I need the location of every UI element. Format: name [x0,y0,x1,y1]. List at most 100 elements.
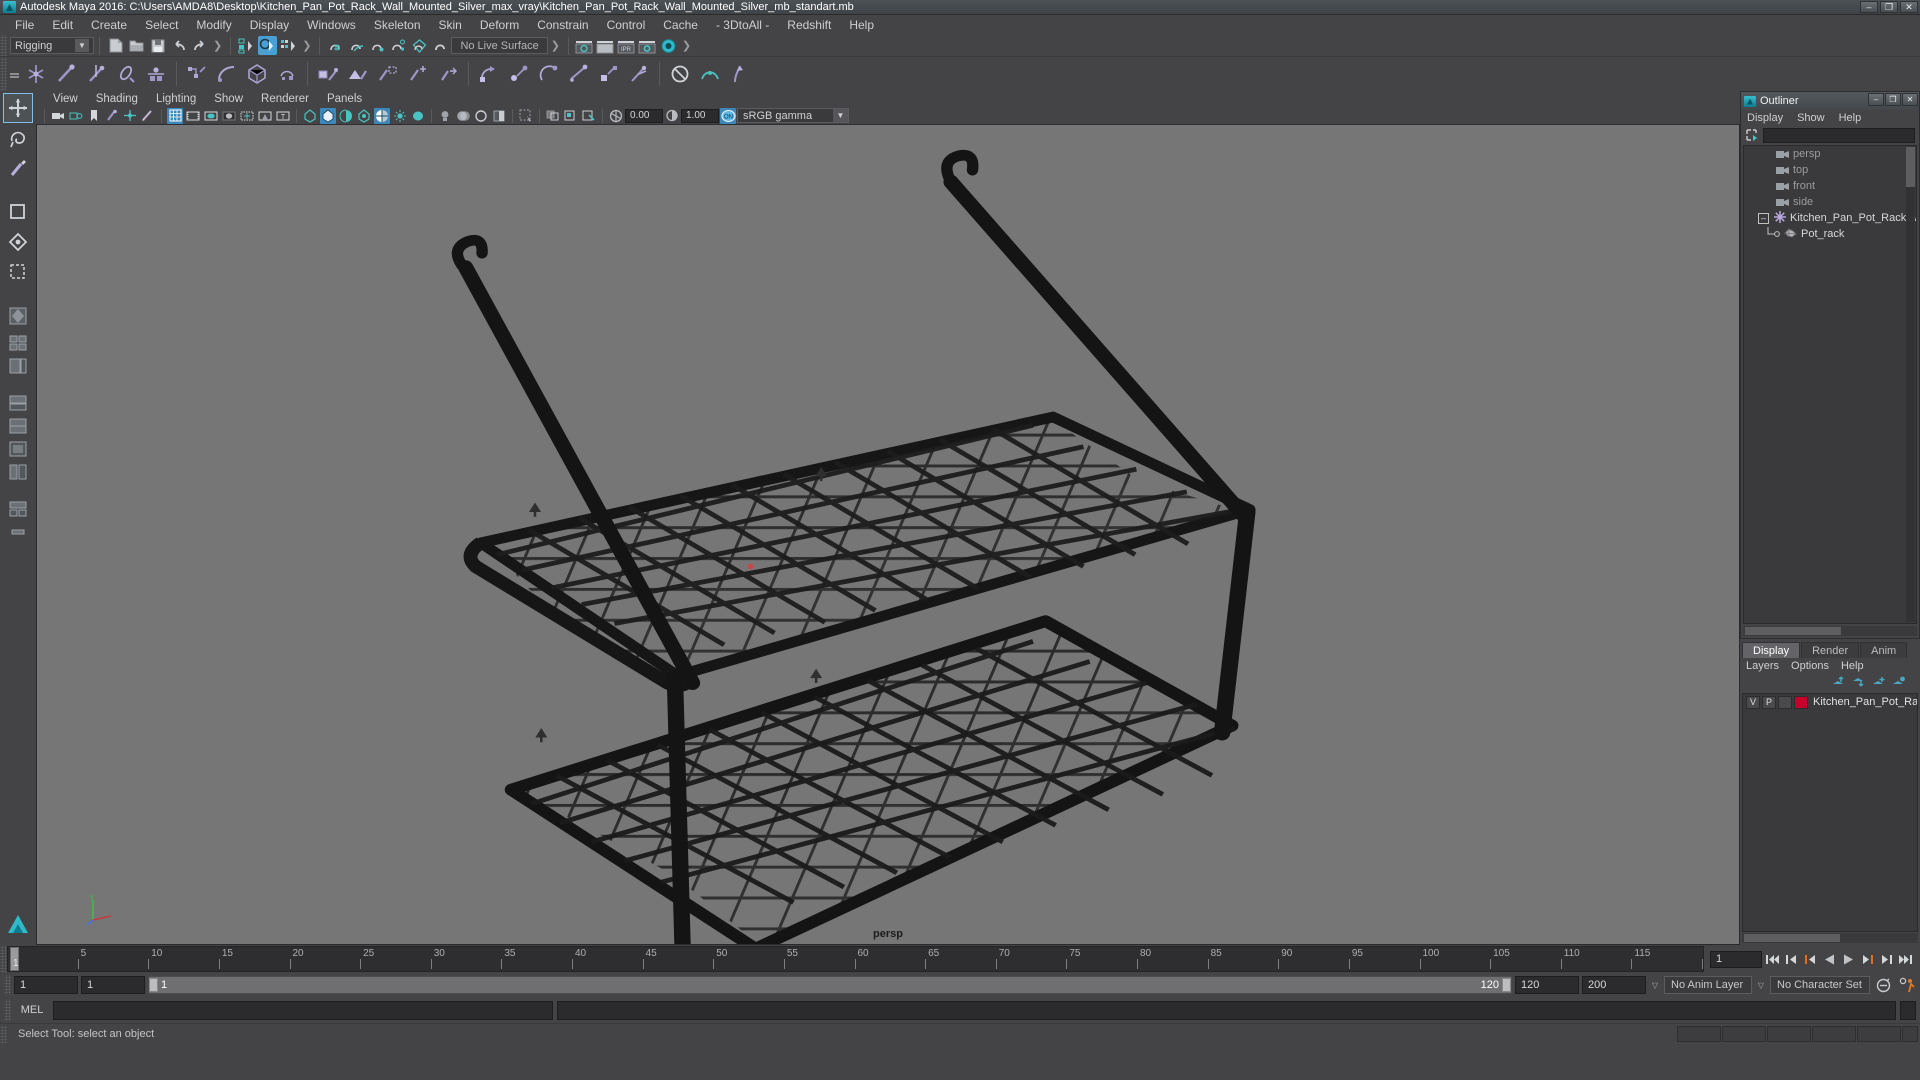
snap-to-point-icon[interactable] [368,36,387,55]
menu-display[interactable]: Display [241,16,298,34]
outliner-tree[interactable]: persp top front side – Kitchen_Pan_Pot_R… [1743,145,1917,624]
paint-select-tool-button[interactable] [4,154,32,182]
menu-deform[interactable]: Deform [471,16,528,34]
select-by-component-icon[interactable] [279,36,298,55]
smooth-wire-icon[interactable] [338,108,354,124]
layer-menu-options[interactable]: Options [1791,660,1829,672]
resolution-gate-icon[interactable] [203,108,219,124]
display-layer-list[interactable]: V P Kitchen_Pan_Pot_Rack_ [1742,693,1918,932]
layer-visibility-toggle[interactable]: V [1746,695,1760,709]
make-live-icon[interactable] [431,36,450,55]
animation-preferences-icon[interactable] [1896,975,1916,995]
panel-menu-shading[interactable]: Shading [87,93,147,105]
outliner-vertical-scrollbar[interactable] [1906,147,1915,622]
auto-keyframe-icon[interactable] [1873,975,1893,995]
live-surface-field[interactable]: No Live Surface [451,37,548,54]
select-tool-button[interactable] [3,93,33,123]
render-settings-icon[interactable] [638,36,657,55]
create-hik-skeleton-icon[interactable] [141,59,171,89]
script-editor-button[interactable] [1900,1000,1916,1020]
menu-cache[interactable]: Cache [654,16,707,34]
paint-skin-weights-icon[interactable] [373,59,403,89]
outliner-search-input[interactable] [1763,127,1915,143]
chevron-down-icon[interactable]: ▽ [1649,976,1661,994]
layer-color-swatch[interactable] [1794,695,1808,709]
command-output-field[interactable] [557,1000,1896,1020]
shaded-wire-icon[interactable] [392,108,408,124]
persp-render-layout-button[interactable] [6,438,30,460]
select-by-object-icon[interactable] [258,36,278,55]
tab-anim[interactable]: Anim [1860,642,1908,658]
menu-constrain[interactable]: Constrain [528,16,597,34]
four-view-layout-button[interactable] [6,332,30,354]
menu-control[interactable]: Control [598,16,655,34]
screen-space-ao-icon[interactable] [473,108,489,124]
ik-handle-tool-icon[interactable] [51,59,81,89]
outliner-row-kitchen-pan-pot-rack[interactable]: – Kitchen_Pan_Pot_Rack_W [1744,210,1916,226]
textured-icon[interactable] [410,108,426,124]
range-slider[interactable]: 1 120 [148,976,1512,994]
gate-mask-icon[interactable] [221,108,237,124]
chevron-down-icon[interactable]: ▽ [1755,976,1767,994]
command-language-label[interactable]: MEL [15,1004,49,1016]
xray-joints-icon[interactable] [563,108,579,124]
render-current-frame-icon[interactable] [596,36,615,55]
use-default-material-icon[interactable] [374,107,390,124]
perspective-viewport[interactable]: y persp [36,125,1740,945]
scale-constraint-icon[interactable] [594,59,624,89]
three-pane-split-layout-button[interactable] [6,498,30,520]
flat-shade-icon[interactable] [356,108,372,124]
menu-skin[interactable]: Skin [430,16,471,34]
view-transform-selector[interactable]: sRGB gamma ▼ [737,108,849,123]
step-back-keyframe-icon[interactable] [1783,951,1800,968]
range-end-time-field[interactable]: 120 [1515,976,1579,994]
menu-edit[interactable]: Edit [43,16,82,34]
outliner-maximize-button[interactable]: ❐ [1885,93,1901,106]
point-constraint-icon[interactable] [504,59,534,89]
play-backwards-icon[interactable] [1821,951,1838,968]
outliner-menu-display[interactable]: Display [1747,112,1783,124]
orient-constraint-icon[interactable] [534,59,564,89]
panel-menu-show[interactable]: Show [205,93,252,105]
animation-end-time-field[interactable]: 200 [1582,976,1646,994]
range-start-handle[interactable] [149,978,158,992]
new-scene-icon[interactable] [106,36,125,55]
outliner-row-side[interactable]: side [1744,194,1916,210]
snap-to-view-plane-icon[interactable] [410,36,429,55]
isolate-select-icon[interactable] [518,108,534,124]
soft-modification-icon[interactable] [695,59,725,89]
lattice-icon[interactable] [242,59,272,89]
help-line-grip[interactable] [0,1024,7,1043]
film-origin-icon[interactable] [239,108,255,124]
layer-row[interactable]: V P Kitchen_Pan_Pot_Rack_ [1743,694,1917,710]
lasso-select-tool-button[interactable] [4,124,32,152]
color-management-toggle[interactable]: ON [720,107,736,124]
time-slider[interactable]: 1 5 10 15 20 25 30 35 40 45 50 55 60 65 70 75 80 85 90 95 1… [7,946,1704,972]
anim-layer-selector[interactable]: No Anim Layer [1664,976,1752,994]
title-safe-icon[interactable]: T [275,108,291,124]
maximize-button[interactable]: ❐ [1880,1,1898,13]
menu-create[interactable]: Create [82,16,136,34]
insert-joint-tool-icon[interactable] [111,59,141,89]
camera-attributes-icon[interactable] [68,108,84,124]
pole-vector-icon[interactable] [624,59,654,89]
range-start-time-field[interactable]: 1 [81,976,145,994]
save-scene-icon[interactable] [148,36,167,55]
lights-icon[interactable] [437,108,453,124]
layer-move-down-icon[interactable] [1852,676,1866,691]
panel-menu-lighting[interactable]: Lighting [147,93,205,105]
panel-menu-panels[interactable]: Panels [318,93,371,105]
nonlinear-deform-icon[interactable] [725,59,755,89]
new-layer-icon[interactable] [1872,676,1886,691]
menu-skeleton[interactable]: Skeleton [365,16,430,34]
animation-start-time-field[interactable]: 1 [14,976,78,994]
grid-toggle-icon[interactable] [167,107,183,124]
command-line-grip[interactable] [4,999,11,1021]
panel-menu-view[interactable]: View [44,93,87,105]
outliner-horizontal-scrollbar[interactable] [1743,626,1917,636]
persp-graph-layout-button[interactable] [6,392,30,414]
layer-horizontal-scrollbar[interactable] [1742,933,1918,943]
outliner-close-button[interactable]: ✕ [1902,93,1918,106]
film-gate-icon[interactable] [185,108,201,124]
outliner-row-pot-rack[interactable]: Pot_rack [1744,226,1916,242]
